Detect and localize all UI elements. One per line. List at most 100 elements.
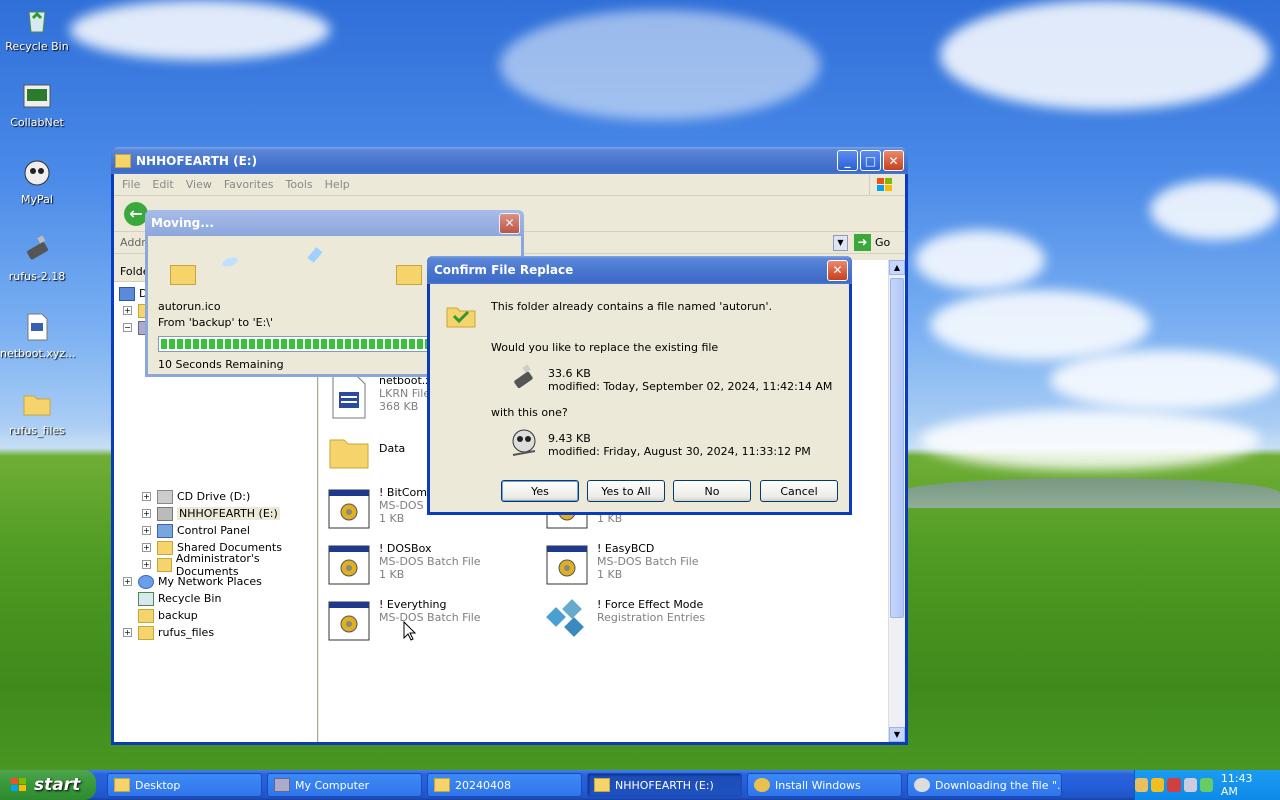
file-item[interactable]: ! EasyBCD MS-DOS Batch File 1 KB — [545, 542, 755, 592]
folder-icon — [594, 778, 610, 792]
speaker-icon[interactable] — [1183, 778, 1197, 792]
expand-icon: + — [142, 560, 151, 569]
explorer-titlebar[interactable]: NHHOFEARTH (E:) _ □ ✕ — [111, 147, 908, 174]
desktop-icon-collabnet[interactable]: CollabNet — [0, 80, 74, 129]
antivirus-icon[interactable] — [1167, 778, 1181, 792]
confirm-replace-dialog: Confirm File Replace ✕ This folder alrea… — [427, 256, 852, 515]
tree-item-rufus-files[interactable]: + rufus_files — [123, 624, 214, 641]
tree-label: Control Panel — [177, 524, 250, 537]
file-name: ! Force Effect Mode — [597, 598, 704, 611]
file-type: MS-DOS Batch File — [597, 555, 699, 568]
maximize-button[interactable]: □ — [860, 150, 881, 171]
security-shield-icon[interactable] — [1151, 778, 1165, 792]
menu-file[interactable]: File — [122, 178, 140, 191]
time-remaining: 10 Seconds Remaining — [158, 358, 284, 371]
tree-item-admin-documents[interactable]: + Administrator's Documents — [142, 552, 317, 578]
task-label: My Computer — [295, 778, 370, 792]
batch-file-icon — [327, 598, 371, 644]
task-label: Downloading the file "... — [935, 778, 1062, 792]
folder-icon — [157, 540, 173, 555]
folder-icon — [327, 430, 371, 476]
batch-file-icon — [545, 542, 589, 588]
window-title: NHHOFEARTH (E:) — [136, 153, 258, 168]
start-button[interactable]: start — [0, 770, 96, 800]
tree-item-control-panel[interactable]: + Control Panel — [142, 522, 250, 539]
file-item[interactable]: ! Everything MS-DOS Batch File — [327, 598, 537, 648]
desktop-icon-label: rufus_files — [8, 424, 66, 437]
file-name: Data — [379, 442, 406, 455]
desktop-icon-recycle-bin[interactable]: Recycle Bin — [0, 4, 74, 53]
confirm-titlebar[interactable]: Confirm File Replace ✕ — [427, 256, 852, 284]
folder-replace-icon — [446, 302, 476, 328]
tree-item-recycle-bin[interactable]: Recycle Bin — [138, 590, 221, 607]
expand-icon: + — [142, 509, 151, 518]
windows-logo-icon — [11, 778, 26, 791]
tree-item-backup[interactable]: backup — [138, 607, 198, 624]
file-size: 1 KB — [597, 568, 623, 581]
safely-remove-icon[interactable] — [1199, 778, 1213, 792]
tree-item-cd-drive[interactable]: + CD Drive (D:) — [142, 488, 250, 505]
menu-view[interactable]: View — [186, 178, 212, 191]
task-20240408[interactable]: 20240408 — [427, 773, 582, 797]
desktop-icon-rufus[interactable]: rufus-2.18 — [0, 234, 74, 283]
task-install-windows[interactable]: Install Windows — [747, 773, 902, 797]
menu-help[interactable]: Help — [325, 178, 350, 191]
tree-item-network-places[interactable]: + My Network Places — [123, 573, 262, 590]
close-button[interactable]: ✕ — [883, 150, 904, 171]
vertical-scrollbar[interactable]: ▲ ▼ — [888, 260, 905, 742]
confirm-question: Would you like to replace the existing f… — [491, 341, 719, 354]
collapse-icon: − — [123, 323, 132, 332]
file-type: MS-DOS Batch File — [379, 555, 481, 568]
close-button[interactable]: ✕ — [827, 259, 848, 281]
batch-file-icon — [327, 486, 371, 532]
tree-label: My Network Places — [158, 575, 262, 588]
desktop-icon-rufus-files[interactable]: rufus_files — [0, 388, 74, 437]
address-dropdown-icon[interactable]: ▼ — [833, 234, 848, 251]
taskbar: start Desktop My Computer 20240408 NHHOF… — [0, 770, 1280, 800]
new-file-size: 9.43 KB — [548, 432, 591, 445]
task-my-computer[interactable]: My Computer — [267, 773, 422, 797]
task-desktop[interactable]: Desktop — [107, 773, 262, 797]
moving-titlebar[interactable]: Moving... ✕ — [145, 210, 524, 236]
destination-folder-icon — [396, 265, 422, 285]
file-name: ! DOSBox — [379, 542, 432, 555]
new-file-modified: modified: Friday, August 30, 2024, 11:33… — [548, 445, 811, 458]
desktop-icon-label: netboot.xyz... — [0, 347, 76, 360]
no-button[interactable]: No — [673, 480, 751, 502]
go-arrow-icon: ➜ — [854, 234, 871, 251]
confirm-message: This folder already contains a file name… — [491, 300, 772, 313]
flying-paper-icon — [307, 247, 323, 263]
yes-button[interactable]: Yes — [501, 480, 579, 502]
tree-item-nhhofearth[interactable]: + NHHOFEARTH (E:) — [142, 505, 280, 522]
tree-label: CD Drive (D:) — [177, 490, 251, 503]
desktop-icon-netboot[interactable]: netboot.xyz... — [0, 311, 76, 360]
file-icon — [21, 311, 53, 343]
menu-favorites[interactable]: Favorites — [224, 178, 274, 191]
task-label: 20240408 — [455, 778, 511, 792]
file-item[interactable]: ! DOSBox MS-DOS Batch File 1 KB — [327, 542, 537, 592]
cancel-button[interactable]: Cancel — [760, 480, 838, 502]
menu-edit[interactable]: Edit — [152, 178, 173, 191]
scroll-up-icon[interactable]: ▲ — [889, 260, 905, 275]
tree-item-desktop[interactable]: D — [119, 285, 147, 302]
close-button[interactable]: ✕ — [499, 212, 520, 234]
folder-icon — [138, 625, 154, 640]
go-button[interactable]: ➜ Go — [854, 234, 890, 251]
moving-from-to: From 'backup' to 'E:\' — [158, 316, 274, 329]
yes-to-all-button[interactable]: Yes to All — [587, 480, 665, 502]
system-tray: 11:43 AM — [1134, 770, 1280, 800]
menu-tools[interactable]: Tools — [286, 178, 313, 191]
desktop-icon-mypal[interactable]: MyPal — [0, 157, 74, 206]
expand-icon: + — [142, 526, 151, 535]
minimize-button[interactable]: _ — [837, 150, 858, 171]
task-nhhofearth[interactable]: NHHOFEARTH (E:) — [587, 773, 742, 797]
network-tray-icon[interactable] — [1135, 778, 1149, 792]
mypal-icon — [21, 157, 53, 189]
mouse-cursor-icon — [403, 621, 417, 641]
scroll-down-icon[interactable]: ▼ — [889, 727, 905, 742]
scroll-thumb[interactable] — [890, 278, 904, 618]
folder-icon — [21, 388, 53, 420]
task-downloading[interactable]: Downloading the file "... — [907, 773, 1062, 797]
file-item[interactable]: ! Force Effect Mode Registration Entries — [545, 598, 755, 648]
network-icon — [138, 574, 154, 589]
